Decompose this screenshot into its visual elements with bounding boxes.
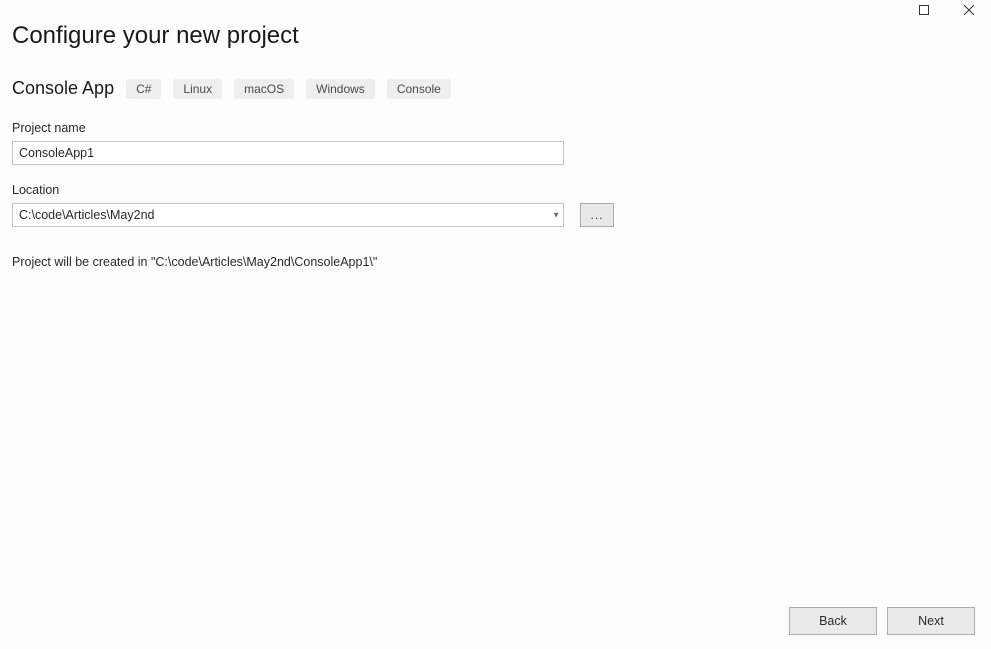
project-name-input[interactable] (12, 141, 564, 165)
location-input[interactable] (12, 203, 564, 227)
tag-windows: Windows (306, 79, 375, 99)
tag-csharp: C# (126, 79, 161, 99)
close-icon (964, 5, 974, 15)
template-name: Console App (12, 78, 114, 99)
tag-macos: macOS (234, 79, 294, 99)
browse-button[interactable]: ... (580, 203, 614, 227)
template-header: Console App C# Linux macOS Windows Conso… (12, 78, 991, 99)
footer-buttons: Back Next (789, 607, 975, 635)
project-name-label: Project name (12, 121, 991, 135)
project-path-info: Project will be created in "C:\code\Arti… (12, 255, 991, 269)
window-controls (901, 0, 991, 20)
next-button[interactable]: Next (887, 607, 975, 635)
page-title: Configure your new project (12, 22, 991, 50)
tag-console: Console (387, 79, 451, 99)
close-button[interactable] (946, 0, 991, 20)
maximize-button[interactable] (901, 0, 946, 20)
maximize-icon (919, 5, 929, 15)
location-label: Location (12, 183, 991, 197)
tag-linux: Linux (173, 79, 222, 99)
location-combo[interactable]: ▼ (12, 203, 564, 227)
back-button[interactable]: Back (789, 607, 877, 635)
